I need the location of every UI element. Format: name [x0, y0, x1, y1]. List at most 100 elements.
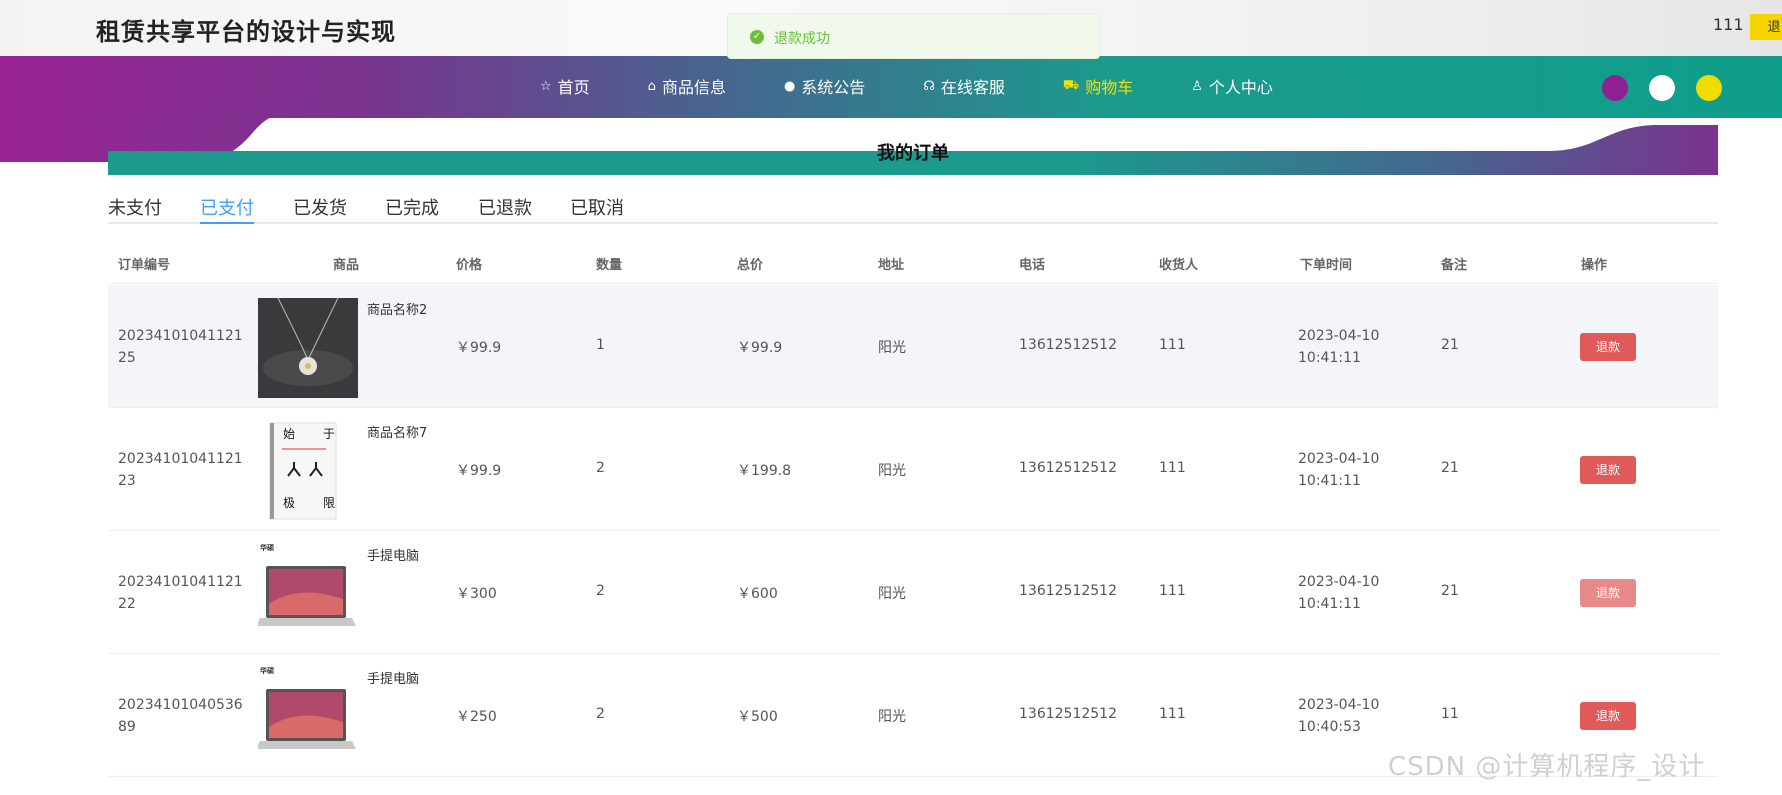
price: ￥300: [456, 586, 497, 602]
tab-cancelled[interactable]: 已取消: [570, 194, 624, 224]
table-row: 2023410104112123 始 于 极 限 商品名称7 ￥99.9 2 ￥…: [108, 408, 1718, 531]
theme-color-yellow[interactable]: [1696, 75, 1722, 101]
table-header: 订单编号 商品 价格 数量 总价 地址 电话 收货人 下单时间 备注 操作: [108, 244, 1718, 284]
nav-menu: ☆ 首页 ⌂ 商品信息 ● 系统公告 ☊ 在线客服 ⛟ 购物车 ♙ 个人中心: [540, 56, 1331, 116]
product-name: 手提电脑: [367, 672, 420, 687]
nav-item-products[interactable]: ⌂ 商品信息: [648, 74, 726, 98]
price: ￥99.9: [456, 340, 502, 356]
site-title: 租赁共享平台的设计与实现: [96, 18, 396, 46]
order-time: 2023-04-10 10:40:53: [1298, 697, 1380, 735]
product-image-book[interactable]: [258, 421, 358, 521]
quantity: 1: [596, 337, 605, 353]
tab-shipped[interactable]: 已发货: [293, 194, 347, 224]
nav-item-label: 首页: [557, 78, 590, 97]
table-row: 2023410104112122 华硕 手提电脑 ￥300 2 ￥600 阳光 …: [108, 531, 1718, 654]
nav-item-support[interactable]: ☊ 在线客服: [923, 74, 1005, 98]
note: 21: [1441, 583, 1459, 599]
tab-unpaid[interactable]: 未支付: [108, 194, 162, 224]
phone: 13612512512: [1019, 706, 1117, 722]
refund-button[interactable]: 退款: [1580, 333, 1636, 361]
logout-button[interactable]: 退: [1750, 14, 1782, 40]
price: ￥250: [456, 709, 497, 725]
address: 阳光: [878, 463, 906, 479]
receiver: 111: [1159, 460, 1186, 476]
info-icon: ●: [783, 78, 796, 94]
col-note: 备注: [1441, 258, 1468, 273]
order-number: 2023410104053689: [118, 697, 243, 735]
col-order-no: 订单编号: [118, 258, 171, 273]
col-time: 下单时间: [1300, 258, 1353, 273]
quantity: 2: [596, 706, 605, 722]
tab-completed[interactable]: 已完成: [385, 194, 439, 224]
laptop-brand-label: 华硕: [260, 667, 274, 675]
phone: 13612512512: [1019, 337, 1117, 353]
note: 11: [1441, 706, 1459, 722]
nav-item-label: 购物车: [1085, 78, 1134, 97]
username: 111: [1713, 15, 1744, 34]
refund-button[interactable]: 退款: [1580, 456, 1636, 484]
order-time: 2023-04-10 10:41:11: [1298, 328, 1380, 366]
order-number: 2023410104112123: [118, 451, 243, 489]
product-image-laptop[interactable]: [258, 544, 358, 644]
nav-item-label: 个人中心: [1208, 78, 1273, 97]
book-char: 极: [283, 496, 296, 510]
nav-item-label: 系统公告: [801, 78, 866, 97]
success-toast: ✓ 退款成功: [727, 13, 1100, 59]
col-phone: 电话: [1019, 258, 1046, 273]
bag-icon: ⌂: [647, 78, 656, 94]
headset-icon: ☊: [923, 78, 935, 94]
theme-color-white[interactable]: [1649, 75, 1675, 101]
col-price: 价格: [456, 258, 483, 273]
star-icon: ☆: [540, 78, 552, 94]
price: ￥99.9: [456, 463, 502, 479]
receiver: 111: [1159, 583, 1186, 599]
col-receiver: 收货人: [1159, 258, 1199, 273]
col-action: 操作: [1581, 258, 1608, 273]
nav-item-home[interactable]: ☆ 首页: [540, 74, 590, 98]
order-number: 2023410104112125: [118, 328, 243, 366]
refund-button[interactable]: 退款: [1580, 579, 1636, 607]
product-name: 商品名称2: [367, 303, 428, 318]
total-price: ￥199.8: [737, 463, 792, 479]
receiver: 111: [1159, 706, 1186, 722]
address: 阳光: [878, 340, 906, 356]
tab-refunded[interactable]: 已退款: [478, 194, 532, 224]
refund-button[interactable]: 退款: [1580, 702, 1636, 730]
check-circle-icon: ✓: [750, 30, 764, 44]
book-char: 始: [283, 427, 296, 441]
theme-color-purple[interactable]: [1602, 75, 1628, 101]
total-price: ￥500: [737, 709, 778, 725]
note: 21: [1441, 337, 1459, 353]
col-qty: 数量: [596, 258, 623, 273]
address: 阳光: [878, 709, 906, 725]
receiver: 111: [1159, 337, 1186, 353]
toast-message: 退款成功: [774, 31, 830, 47]
user-icon: ♙: [1191, 78, 1203, 94]
cart-icon: ⛟: [1062, 77, 1080, 93]
nav-item-announcements[interactable]: ● 系统公告: [784, 74, 865, 98]
quantity: 2: [596, 583, 605, 599]
nav-item-label: 在线客服: [940, 78, 1005, 97]
tab-paid[interactable]: 已支付: [200, 194, 254, 224]
address: 阳光: [878, 586, 906, 602]
laptop-brand-label: 华硕: [260, 544, 274, 552]
col-address: 地址: [878, 258, 905, 273]
col-product: 商品: [333, 258, 360, 273]
product-image-necklace[interactable]: [258, 298, 358, 398]
nav-item-label: 商品信息: [661, 78, 726, 97]
total-price: ￥600: [737, 586, 778, 602]
nav-item-profile[interactable]: ♙ 个人中心: [1191, 74, 1273, 98]
order-status-tabs: 未支付 已支付 已发货 已完成 已退款 已取消: [108, 190, 1718, 224]
phone: 13612512512: [1019, 460, 1117, 476]
table-row: 2023410104112125 商品名称2 ￥99.9 1 ￥99.9 阳光 …: [108, 285, 1718, 408]
page-title: 我的订单: [877, 143, 949, 164]
note: 21: [1441, 460, 1459, 476]
total-price: ￥99.9: [737, 340, 783, 356]
order-number: 2023410104112122: [118, 574, 243, 612]
product-image-laptop[interactable]: [258, 667, 358, 767]
csdn-watermark: CSDN @计算机程序_设计: [1388, 752, 1706, 782]
book-char: 于: [323, 427, 336, 441]
phone: 13612512512: [1019, 583, 1117, 599]
nav-item-cart[interactable]: ⛟ 购物车: [1063, 74, 1133, 98]
book-char: 限: [323, 496, 336, 510]
